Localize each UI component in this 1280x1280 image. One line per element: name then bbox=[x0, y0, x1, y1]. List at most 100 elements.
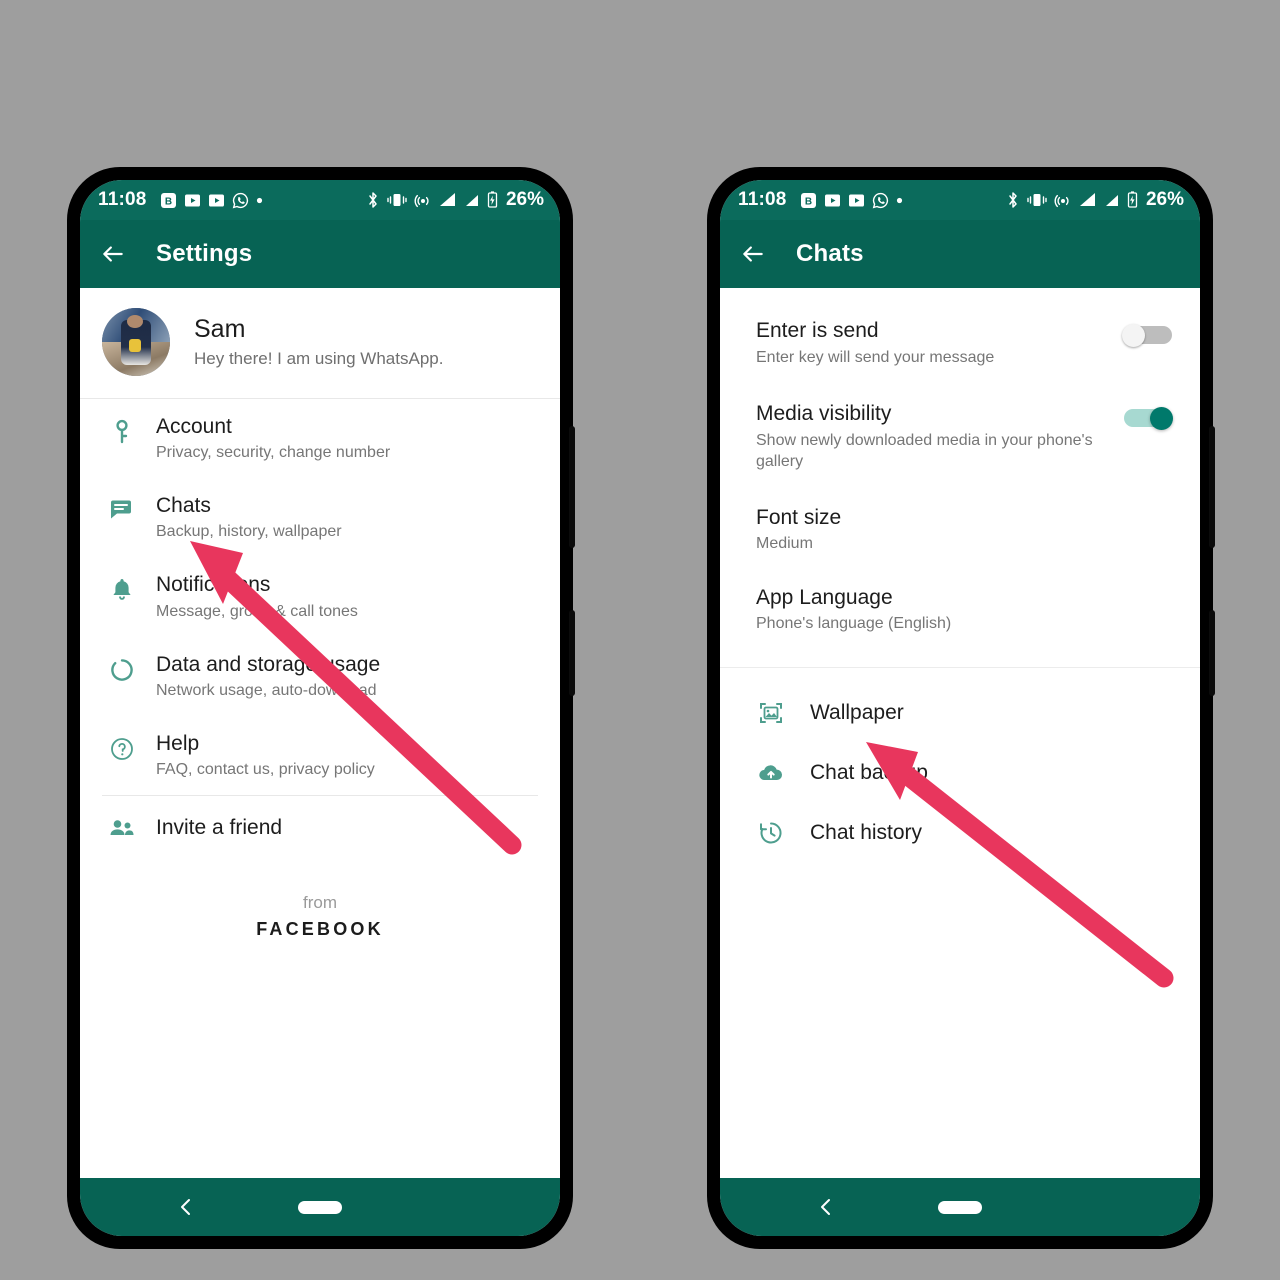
profile-status: Hey there! I am using WhatsApp. bbox=[194, 348, 444, 368]
video-box-icon bbox=[184, 194, 200, 206]
svg-text:B: B bbox=[164, 196, 171, 207]
nav-back-icon[interactable] bbox=[176, 1197, 196, 1217]
screenshot-stage: 11:08 B 26% Settings Sam Hey there! I am… bbox=[0, 0, 1280, 1280]
screen-chats: 11:08 B 26% Chats Enter is send Enter ke… bbox=[720, 180, 1200, 1236]
back-arrow-icon[interactable] bbox=[740, 241, 766, 267]
chat-setting-subtitle: Enter key will send your message bbox=[756, 349, 995, 367]
chat-setting-font-size[interactable]: Font size Medium bbox=[720, 489, 1200, 569]
battery-percent: 26% bbox=[505, 189, 544, 210]
vibrate-icon bbox=[1027, 194, 1047, 206]
settings-item-title: Help bbox=[156, 731, 200, 755]
phone-left: 11:08 B 26% Settings Sam Hey there! I am… bbox=[68, 168, 575, 1248]
settings-item-chats[interactable]: Chats Backup, history, wallpaper bbox=[80, 478, 560, 557]
chat-bubble-icon bbox=[102, 493, 142, 522]
page-title: Settings bbox=[156, 240, 253, 267]
chat-setting-title: Enter is send bbox=[756, 319, 879, 342]
chat-setting-title: App Language bbox=[756, 585, 893, 609]
bell-icon bbox=[102, 572, 142, 603]
vibrate-icon bbox=[387, 194, 407, 206]
nav-back-icon[interactable] bbox=[816, 1197, 836, 1217]
settings-item-notifications[interactable]: Notifications Message, group & call tone… bbox=[80, 557, 560, 636]
signal-icon bbox=[1079, 193, 1095, 206]
hotspot-icon bbox=[1054, 194, 1069, 208]
wallpaper-icon bbox=[750, 699, 792, 727]
chat-setting-title: Font size bbox=[756, 505, 842, 529]
battery-charging-icon bbox=[487, 191, 498, 208]
settings-item-title: Chats bbox=[156, 494, 211, 518]
appbar-settings: Settings bbox=[80, 220, 560, 288]
avatar[interactable] bbox=[102, 308, 170, 376]
badge-b-icon: B bbox=[160, 192, 176, 208]
page-title: Chats bbox=[796, 240, 864, 267]
status-right-icons: 26% bbox=[1006, 189, 1184, 211]
video-box-icon bbox=[848, 194, 864, 206]
settings-item-subtitle: FAQ, contact us, privacy policy bbox=[156, 760, 375, 778]
bluetooth-icon bbox=[1009, 192, 1017, 208]
screen-settings: 11:08 B 26% Settings Sam Hey there! I am… bbox=[80, 180, 560, 1236]
enter-is-send-toggle[interactable] bbox=[1122, 324, 1174, 347]
whatsapp-icon bbox=[872, 192, 888, 208]
video-box-icon bbox=[824, 194, 840, 206]
nav-bar bbox=[80, 1178, 560, 1236]
history-icon bbox=[750, 819, 792, 847]
video-box-icon bbox=[208, 194, 224, 206]
settings-item-title: Notifications bbox=[156, 573, 271, 597]
chat-setting-chat-backup[interactable]: Chat backup bbox=[720, 744, 1200, 802]
chat-setting-title: Chat history bbox=[810, 821, 923, 845]
chat-setting-media-visibility[interactable]: Media visibility Show newly downloaded m… bbox=[720, 385, 1200, 489]
footer-from-label: from bbox=[303, 893, 337, 913]
badge-b-icon: B bbox=[800, 192, 816, 208]
status-time: 11:08 bbox=[98, 189, 147, 210]
settings-item-account[interactable]: Account Privacy, security, change number bbox=[80, 399, 560, 478]
status-left-icons: B bbox=[800, 192, 903, 209]
cloud-upload-icon bbox=[750, 761, 792, 785]
chat-setting-enter-is-send[interactable]: Enter is send Enter key will send your m… bbox=[720, 302, 1200, 385]
data-usage-icon bbox=[102, 652, 142, 683]
help-icon bbox=[102, 731, 142, 762]
power-button[interactable] bbox=[569, 610, 575, 696]
profile-name: Sam bbox=[194, 315, 246, 344]
settings-item-subtitle: Privacy, security, change number bbox=[156, 444, 391, 462]
settings-item-help[interactable]: Help FAQ, contact us, privacy policy bbox=[80, 716, 560, 795]
signal-icon bbox=[465, 195, 478, 206]
chat-setting-value: Medium bbox=[756, 534, 813, 552]
dot-icon bbox=[256, 197, 262, 203]
chat-setting-app-language[interactable]: App Language Phone's language (English) bbox=[720, 569, 1200, 649]
status-left-icons: B bbox=[160, 192, 263, 209]
settings-item-data-storage[interactable]: Data and storage usage Network usage, au… bbox=[80, 637, 560, 716]
chat-setting-subtitle: Show newly downloaded media in your phon… bbox=[756, 432, 1093, 470]
settings-content: Sam Hey there! I am using WhatsApp. Acco… bbox=[80, 288, 560, 1178]
chat-setting-title: Chat backup bbox=[810, 761, 928, 785]
svg-text:B: B bbox=[804, 196, 811, 207]
chat-setting-title: Wallpaper bbox=[810, 701, 904, 725]
volume-button[interactable] bbox=[1209, 426, 1215, 548]
settings-item-title: Data and storage usage bbox=[156, 652, 381, 676]
settings-item-title: Invite a friend bbox=[156, 815, 283, 839]
bluetooth-icon bbox=[369, 192, 377, 208]
status-bar: 11:08 B 26% bbox=[720, 180, 1200, 220]
settings-item-subtitle: Network usage, auto-download bbox=[156, 681, 377, 699]
chat-setting-title: Media visibility bbox=[756, 401, 892, 425]
home-pill[interactable] bbox=[938, 1200, 982, 1214]
media-visibility-toggle[interactable] bbox=[1122, 406, 1174, 430]
battery-percent: 26% bbox=[1145, 189, 1184, 210]
chat-setting-wallpaper[interactable]: Wallpaper bbox=[720, 682, 1200, 744]
hotspot-icon bbox=[414, 194, 429, 208]
profile-row[interactable]: Sam Hey there! I am using WhatsApp. bbox=[80, 288, 560, 398]
battery-charging-icon bbox=[1127, 191, 1138, 208]
volume-button[interactable] bbox=[569, 426, 575, 548]
settings-item-invite[interactable]: Invite a friend bbox=[80, 796, 560, 859]
status-bar: 11:08 B 26% bbox=[80, 180, 560, 220]
home-pill[interactable] bbox=[298, 1200, 342, 1214]
back-arrow-icon[interactable] bbox=[100, 241, 126, 267]
phone-right: 11:08 B 26% Chats Enter is send Enter ke… bbox=[708, 168, 1215, 1248]
profile-text: Sam Hey there! I am using WhatsApp. bbox=[194, 315, 443, 369]
appbar-chats: Chats bbox=[720, 220, 1200, 288]
settings-item-subtitle: Message, group & call tones bbox=[156, 602, 358, 620]
signal-icon bbox=[1105, 195, 1118, 206]
whatsapp-icon bbox=[232, 192, 248, 208]
power-button[interactable] bbox=[1209, 610, 1215, 696]
chat-setting-chat-history[interactable]: Chat history bbox=[720, 802, 1200, 864]
dot-icon bbox=[896, 197, 902, 203]
nav-bar bbox=[720, 1178, 1200, 1236]
